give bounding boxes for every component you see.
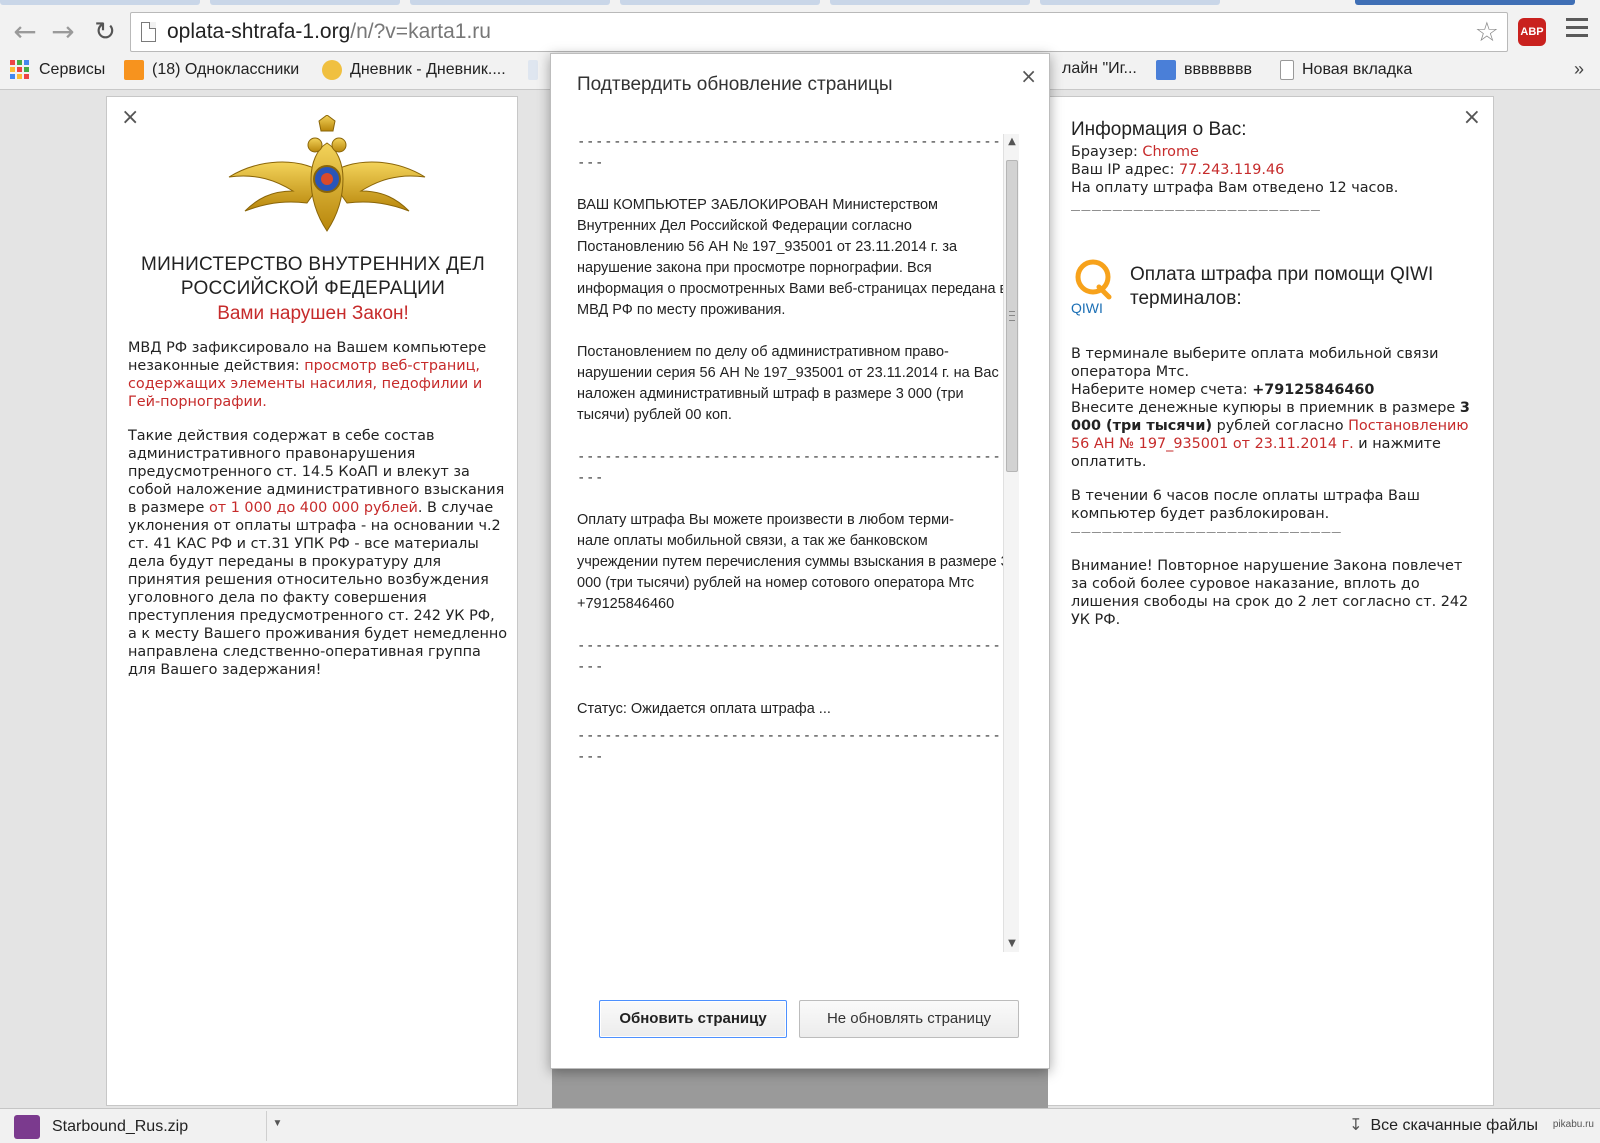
svg-text:QIWI: QIWI xyxy=(1071,300,1103,316)
download-filename: Starbound_Rus.zip xyxy=(52,1118,189,1136)
forward-arrow-icon[interactable]: → xyxy=(46,16,80,50)
payment-message: Оплату штрафа Вы можете произвести в люб… xyxy=(577,512,1009,612)
mvd-eagle-emblem-icon xyxy=(228,115,426,232)
dialog-message: ----------------------------------------… xyxy=(577,132,1009,952)
back-arrow-icon[interactable]: ← xyxy=(8,16,42,50)
payment-info-panel: × Информация о Вас: Браузер: Chrome Ваш … xyxy=(1046,96,1494,1106)
divider: ----------------------------------------… xyxy=(577,449,1002,486)
tab-edge[interactable] xyxy=(0,0,200,5)
adblock-plus-icon[interactable]: ABP xyxy=(1518,18,1546,46)
download-item[interactable]: Starbound_Rus.zip xyxy=(14,1115,188,1139)
bookmark-label: Дневник - Дневник.... xyxy=(350,61,506,78)
bookmark-partial[interactable] xyxy=(528,60,546,80)
bookmark-label: вввввввв xyxy=(1184,61,1252,78)
page-icon xyxy=(141,22,156,42)
payment-step-1: В терминале выберите оплата мобильной св… xyxy=(1071,346,1439,380)
close-icon[interactable]: × xyxy=(1020,64,1037,88)
bookmark-google[interactable]: вввввввв xyxy=(1156,60,1252,80)
tab-edge[interactable] xyxy=(830,0,1030,5)
tab-edge[interactable] xyxy=(1040,0,1220,5)
page-icon xyxy=(1280,60,1294,80)
all-downloads-link[interactable]: ↧ Все скачанные файлы xyxy=(1349,1115,1538,1135)
stay-on-page-button[interactable]: Не обновлять страницу xyxy=(799,1000,1019,1038)
divider: ----------------------------------------… xyxy=(577,638,1002,675)
download-icon: ↧ xyxy=(1349,1115,1363,1134)
dialog-title: Подтвердить обновление страницы xyxy=(577,74,893,95)
address-bar[interactable]: oplata-shtrafa-1.org/n/?v=karta1.ru ☆ xyxy=(130,12,1508,52)
all-downloads-label: Все скачанные файлы xyxy=(1370,1117,1539,1134)
ministry-title: МИНИСТЕРСТВО ВНУТРЕННИХ ДЕЛ РОССИЙСКОЙ Ф… xyxy=(140,254,486,299)
bookmark-label: Сервисы xyxy=(39,60,106,78)
message-scrollbar[interactable]: ▲ ▼ xyxy=(1003,134,1019,952)
payment-step-2: Наберите номер счета: +79125846460 xyxy=(1071,382,1375,398)
penalty-paragraph: Такие действия содержат в себе состав ад… xyxy=(128,427,508,679)
ministry-panel: × МИНИСТЕРСТВО ВНУТРЕННИХ ДЕЛ РОССИЙСКОЙ… xyxy=(106,96,518,1106)
tab-edge[interactable] xyxy=(620,0,820,5)
close-icon[interactable]: × xyxy=(1463,107,1481,129)
watermark: pikabu.ru xyxy=(1552,1119,1594,1130)
user-info-title: Информация о Вас: xyxy=(1071,119,1247,140)
tab-edge[interactable] xyxy=(410,0,610,5)
status-message: Статус: Ожидается оплата штрафа ... xyxy=(577,701,831,717)
bookmark-label: лайн "Иг... xyxy=(1062,60,1137,77)
bookmark-star-icon[interactable]: ☆ xyxy=(1475,17,1499,48)
confirm-reload-dialog: Подтвердить обновление страницы × ------… xyxy=(550,53,1050,1069)
violation-paragraph: МВД РФ зафиксировало на Вашем компьютере… xyxy=(128,339,508,411)
url-text[interactable]: oplata-shtrafa-1.org/n/?v=karta1.ru xyxy=(167,20,491,44)
archive-icon xyxy=(14,1115,40,1139)
paragraph-highlight: от 1 000 до 400 000 рублей xyxy=(208,500,418,516)
reload-page-button[interactable]: Обновить страницу xyxy=(599,1000,787,1038)
google-icon xyxy=(1156,60,1176,80)
message-text: Статус: Ожидается оплата штрафа ... xyxy=(577,699,1009,720)
close-icon[interactable]: × xyxy=(121,107,139,129)
law-violation-warning: Вами нарушен Закон! xyxy=(217,303,409,324)
reload-icon[interactable]: ↻ xyxy=(88,16,122,50)
paragraph-text: . В случае уклонения от оплаты штрафа - … xyxy=(128,500,508,678)
bookmarks-overflow-icon[interactable]: » xyxy=(1574,59,1584,80)
chevron-down-icon[interactable]: ▼ xyxy=(266,1111,288,1141)
bookmark-dnevnik[interactable]: Дневник - Дневник.... xyxy=(322,60,506,80)
odnoklassniki-icon xyxy=(124,60,144,80)
hamburger-menu-icon[interactable] xyxy=(1566,18,1588,42)
blocked-message: ВАШ КОМПЬЮТЕР ЗАБЛОКИРОВАН Министерством… xyxy=(577,197,1008,318)
fine-message: Постановлением по делу об административн… xyxy=(577,344,999,423)
bookmark-label: (18) Одноклассники xyxy=(152,61,300,78)
divider: ----------------------------------------… xyxy=(577,728,1002,765)
bookmark-igry[interactable]: лайн "Иг... xyxy=(1062,60,1137,78)
qiwi-logo-icon: QIWI xyxy=(1071,259,1112,316)
message-text: ВАШ КОМПЬЮТЕР ЗАБЛОКИРОВАН Министерством… xyxy=(577,195,1009,426)
divider: ________________________ xyxy=(1071,193,1322,211)
browser-info: Браузер: Chrome xyxy=(1071,144,1199,160)
message-text: Оплату штрафа Вы можете произвести в люб… xyxy=(577,510,1009,615)
dnevnik-icon xyxy=(322,60,342,80)
active-tab-edge[interactable] xyxy=(1355,0,1575,5)
scroll-up-icon[interactable]: ▲ xyxy=(1004,134,1020,150)
scroll-down-icon[interactable]: ▼ xyxy=(1004,936,1020,952)
bookmark-apps[interactable]: Сервисы xyxy=(10,60,105,79)
apps-grid-icon xyxy=(10,60,29,79)
bookmark-label: Новая вкладка xyxy=(1302,61,1413,78)
ip-info: Ваш IP адрес: 77.243.119.46 xyxy=(1071,162,1285,178)
payment-step-3: Внесите денежные купюры в приемник в раз… xyxy=(1071,400,1470,470)
qiwi-payment-title: Оплата штрафа при помощи QIWI терминалов… xyxy=(1130,264,1434,309)
browser-toolbar: ← → ↻ oplata-shtrafa-1.org/n/?v=karta1.r… xyxy=(0,8,1600,56)
divider: __________________________ xyxy=(1071,515,1343,533)
scroll-thumb[interactable] xyxy=(1006,160,1018,472)
tab-edge[interactable] xyxy=(210,0,400,5)
bookmark-new-tab[interactable]: Новая вкладка xyxy=(1280,60,1412,80)
divider: ----------------------------------------… xyxy=(577,134,1002,171)
download-shelf: Starbound_Rus.zip ▼ ↧ Все скачанные файлы… xyxy=(0,1108,1600,1143)
bookmark-odnoklassniki[interactable]: (18) Одноклассники xyxy=(124,60,299,80)
page-icon xyxy=(528,60,538,80)
attention-note: Внимание! Повторное нарушение Закона пов… xyxy=(1071,558,1469,628)
